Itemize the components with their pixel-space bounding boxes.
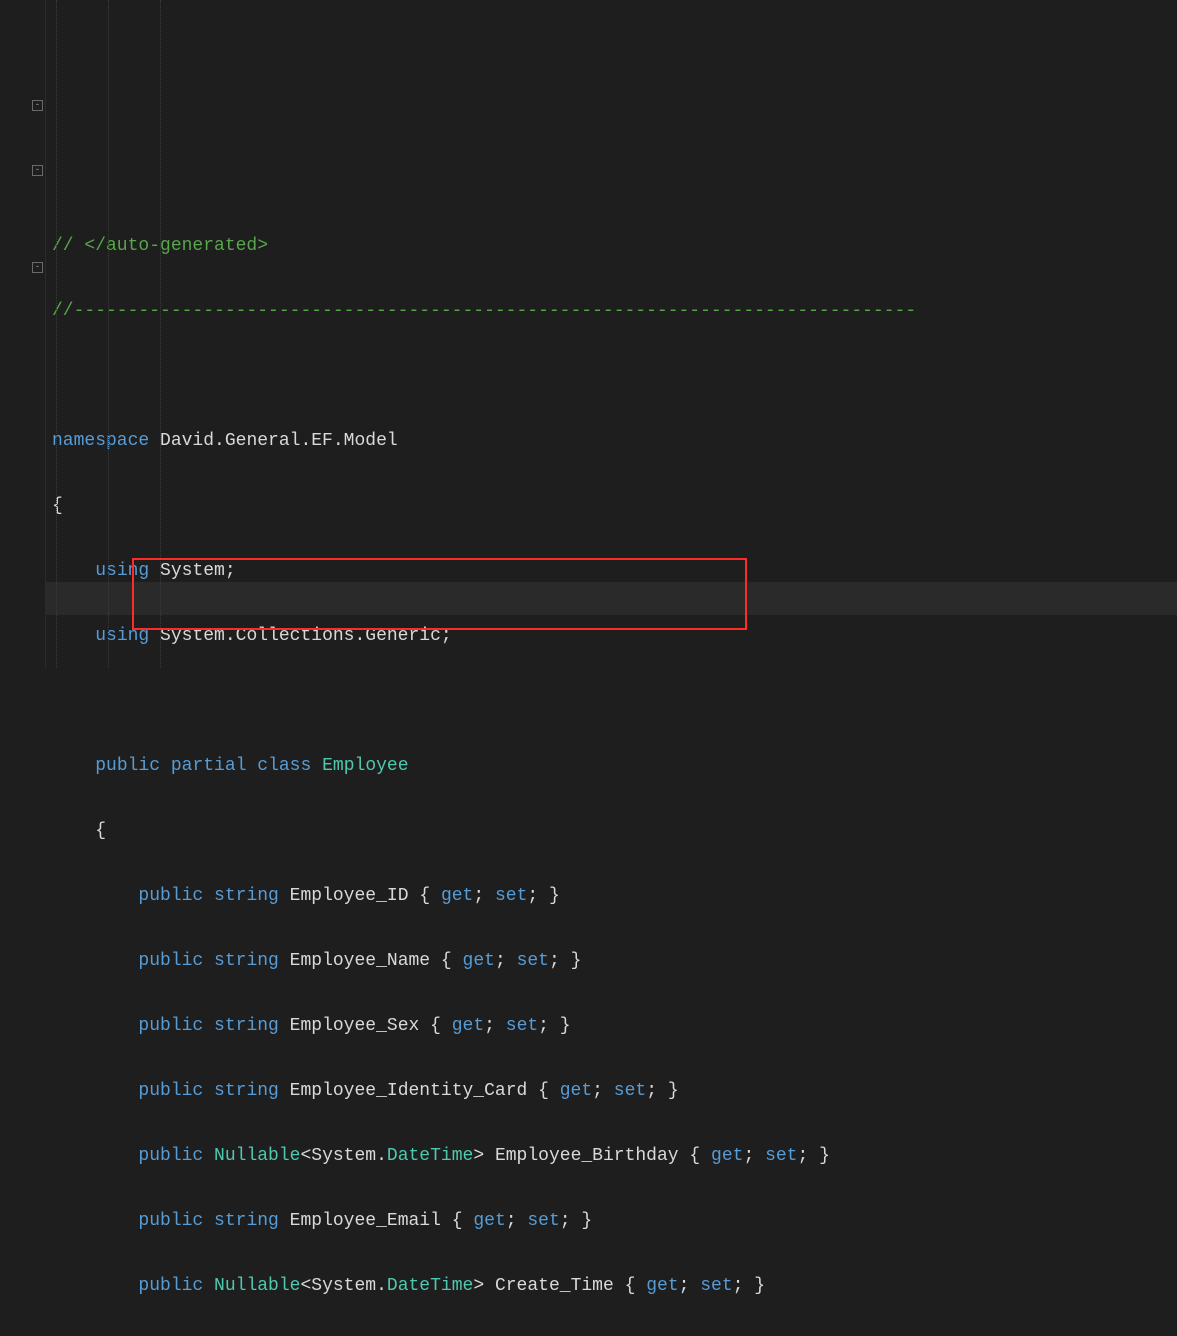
code-line: namespace David.General.EF.Model (52, 425, 1177, 458)
code-area[interactable]: // </auto-generated> //-----------------… (46, 0, 1177, 668)
code-line: //--------------------------------------… (52, 295, 1177, 328)
code-line: public string Employee_Sex { get; set; } (52, 1010, 1177, 1043)
code-line: { (52, 815, 1177, 848)
code-line: public string Employee_Email { get; set;… (52, 1205, 1177, 1238)
code-line: public partial class Employee (52, 750, 1177, 783)
code-line: public string Employee_ID { get; set; } (52, 880, 1177, 913)
code-line (52, 360, 1177, 393)
current-line-highlight (46, 582, 1177, 615)
fold-icon[interactable]: - (32, 100, 43, 111)
code-line (52, 1335, 1177, 1336)
code-line: using System.Collections.Generic; (52, 620, 1177, 653)
code-line: { (52, 490, 1177, 523)
gutter: - - - (0, 0, 46, 668)
code-line: public string Employee_Identity_Card { g… (52, 1075, 1177, 1108)
code-line (52, 685, 1177, 718)
code-line: // </auto-generated> (52, 230, 1177, 263)
code-line: public Nullable<System.DateTime> Create_… (52, 1270, 1177, 1303)
fold-icon[interactable]: - (32, 262, 43, 273)
code-line: public string Employee_Name { get; set; … (52, 945, 1177, 978)
code-line: public Nullable<System.DateTime> Employe… (52, 1140, 1177, 1173)
fold-icon[interactable]: - (32, 165, 43, 176)
code-editor[interactable]: - - - // </auto-generated> //-----------… (0, 0, 1177, 668)
